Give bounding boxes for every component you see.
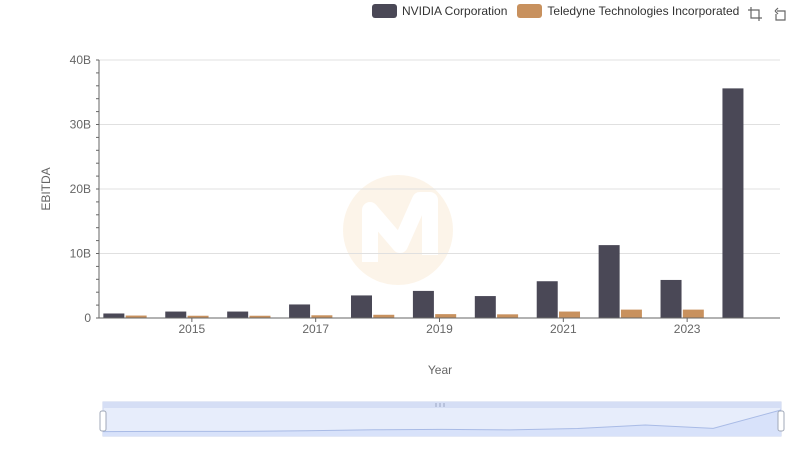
- bar-nvidia-2023[interactable]: [660, 279, 682, 318]
- bar-nvidia-2014[interactable]: [103, 313, 125, 318]
- watermark-logo: [343, 175, 453, 285]
- bar-nvidia-2019[interactable]: [412, 290, 434, 318]
- y-tick-label: 20B: [70, 182, 91, 196]
- bar-teledyne-2021[interactable]: [559, 311, 581, 318]
- x-tick-label: 2023: [674, 322, 701, 336]
- x-tick-label: 2015: [179, 322, 206, 336]
- bar-nvidia-2020[interactable]: [474, 296, 496, 318]
- bar-nvidia-2022[interactable]: [598, 245, 620, 318]
- bar-teledyne-2023[interactable]: [682, 309, 704, 318]
- x-tick-label: 2021: [550, 322, 577, 336]
- bar-nvidia-2021[interactable]: [536, 281, 558, 318]
- slider-handle-right[interactable]: [777, 410, 785, 432]
- bar-nvidia-2017[interactable]: [289, 304, 311, 318]
- bar-teledyne-2022[interactable]: [620, 309, 642, 318]
- slider-handle-left[interactable]: [99, 410, 107, 432]
- x-tick-label: 2017: [302, 322, 329, 336]
- y-tick-label: 0: [84, 311, 91, 325]
- slider-top-bar[interactable]: [103, 402, 781, 408]
- bar-teledyne-2020[interactable]: [497, 314, 519, 318]
- zoom-slider[interactable]: [99, 401, 785, 437]
- chart: 0 10B 20B 30B 40B 2015 2017 2019 2021 2023 EBITDA…: [39, 53, 785, 437]
- bar-nvidia-2018[interactable]: [350, 295, 372, 318]
- bar-nvidia-2016[interactable]: [227, 311, 249, 318]
- bar-teledyne-2019[interactable]: [435, 314, 457, 318]
- y-tick-label: 10B: [70, 247, 91, 261]
- y-tick-label: 30B: [70, 118, 91, 132]
- x-tick-label: 2019: [426, 322, 453, 336]
- y-axis-label: EBITDA: [39, 167, 53, 210]
- x-axis-label: Year: [428, 363, 452, 377]
- bar-nvidia-2024[interactable]: [722, 88, 744, 318]
- bar-nvidia-2015[interactable]: [165, 311, 187, 318]
- y-tick-label: 40B: [70, 53, 91, 67]
